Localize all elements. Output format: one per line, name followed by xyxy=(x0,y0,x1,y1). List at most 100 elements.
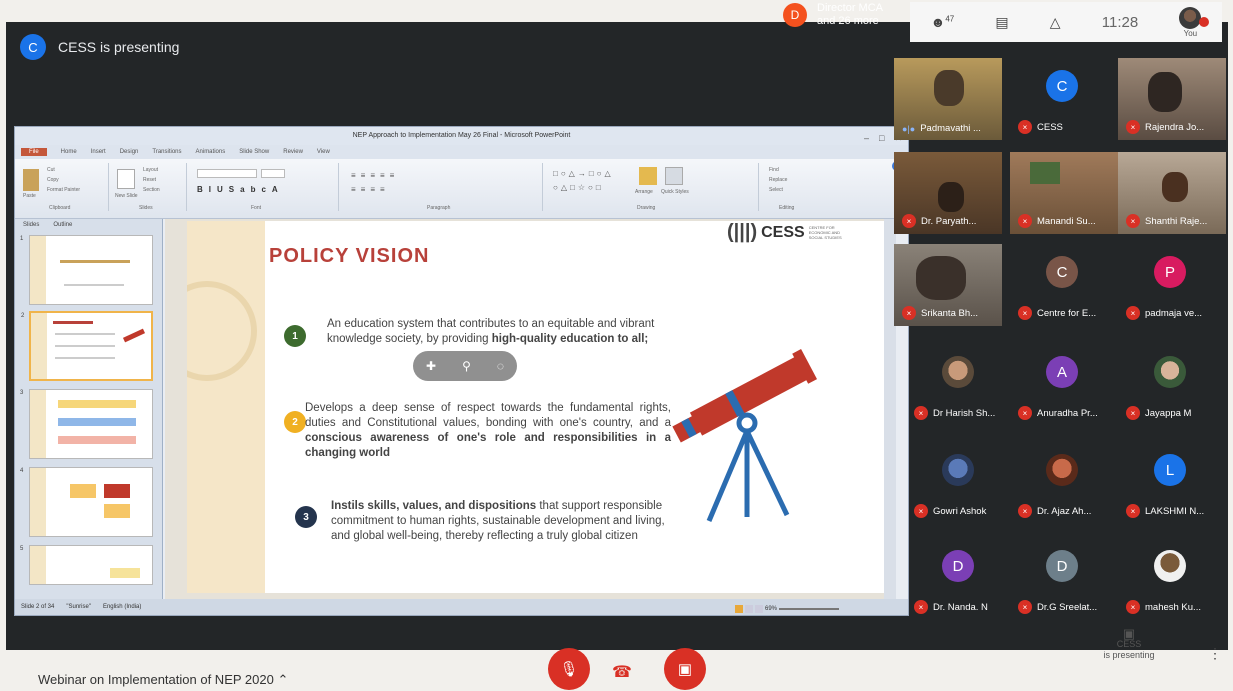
participant-name: Padmavathi ... xyxy=(920,123,981,134)
tab-slide-show[interactable]: Slide Show xyxy=(239,149,269,155)
find-button[interactable]: Find xyxy=(769,167,779,173)
presenting-banner-text: CESS is presenting xyxy=(58,39,180,55)
cut-button[interactable]: Cut xyxy=(47,167,55,173)
clipboard-group: Paste Cut Copy Format Painter Clipboard xyxy=(19,163,109,211)
layout-button[interactable]: Layout xyxy=(143,167,158,173)
activities-icon[interactable]: △ xyxy=(1050,14,1061,31)
tab-animations[interactable]: Animations xyxy=(196,149,226,155)
select-button[interactable]: Select xyxy=(769,187,783,193)
font-format-buttons[interactable]: BIUSabcA xyxy=(197,185,284,194)
chevron-up-icon[interactable]: ⌃ xyxy=(277,672,288,687)
zoom-slider[interactable] xyxy=(779,608,840,610)
editing-group: Find Replace Select Editing xyxy=(763,163,823,211)
participant-tile[interactable]: P × padmaja ve... xyxy=(1118,244,1226,326)
arrange-icon[interactable] xyxy=(639,167,657,185)
tab-slides[interactable]: Slides xyxy=(23,222,39,228)
format-painter-button[interactable]: Format Painter xyxy=(47,187,80,193)
slides-panel-tabs: Slides Outline xyxy=(15,219,162,231)
participant-tile[interactable]: × Dr. Paryath... xyxy=(894,152,1002,234)
font-size-select[interactable] xyxy=(261,169,285,178)
zoom-icon[interactable]: ⚲ xyxy=(462,359,471,373)
minimize-icon[interactable]: – xyxy=(864,129,869,147)
bottom-bar: Webinar on Implementation of NEP 2020 ⌃ … xyxy=(0,648,1233,691)
participant-tile[interactable]: D × Dr.G Sreelat... xyxy=(1010,538,1118,620)
presenting-status-button[interactable]: ▣ CESS is presenting xyxy=(1094,627,1164,661)
participant-name: Dr. Nanda. N xyxy=(933,601,988,613)
more-options-icon[interactable]: ⋮ xyxy=(1208,645,1222,662)
tab-home[interactable]: Home xyxy=(61,149,77,155)
slide-thumbnail[interactable]: 1 xyxy=(20,235,153,305)
participant-tile[interactable]: × Shanthi Raje... xyxy=(1118,152,1226,234)
tab-review[interactable]: Review xyxy=(283,149,303,155)
point-3-text: Instils skills, values, and dispositions… xyxy=(331,499,681,544)
point-1-number: 1 xyxy=(284,325,306,347)
font-group: BIUSabcA Font xyxy=(191,163,339,211)
quick-styles-button[interactable]: Quick Styles xyxy=(661,189,689,195)
mic-off-icon: × xyxy=(1126,600,1140,614)
section-button[interactable]: Section xyxy=(143,187,160,193)
slide-thumbnail[interactable]: 5 xyxy=(20,545,153,585)
list-buttons[interactable]: ≡≡≡≡≡ xyxy=(351,171,399,180)
presenter-toolbar[interactable]: ✚ ⚲ ◌ xyxy=(413,351,517,381)
slide-thumbnail-active[interactable]: 2 xyxy=(21,311,153,381)
meeting-title-row[interactable]: Webinar on Implementation of NEP 2020 ⌃ xyxy=(38,672,288,688)
paragraph-label: Paragraph xyxy=(427,205,451,211)
participant-tile[interactable]: × Srikanta Bh... xyxy=(894,244,1002,326)
mic-off-icon: × xyxy=(1126,504,1140,518)
participant-tile[interactable]: × Dr Harish Sh... xyxy=(906,344,1014,426)
quick-styles-icon[interactable] xyxy=(665,167,683,185)
new-slide-button[interactable]: New Slide xyxy=(115,193,138,199)
tab-design[interactable]: Design xyxy=(120,149,139,155)
reset-button[interactable]: Reset xyxy=(143,177,156,183)
current-slide: POLICY VISION (|||) CESS CENTRE FOR ECON… xyxy=(187,221,892,593)
slide-thumbnail[interactable]: 4 xyxy=(20,467,153,537)
tab-view[interactable]: View xyxy=(317,149,330,155)
tab-transitions[interactable]: Transitions xyxy=(152,149,181,155)
shapes-gallery[interactable]: □○△→□○△ xyxy=(553,169,614,178)
people-button[interactable]: ☻47 xyxy=(931,14,955,30)
options-icon[interactable]: ◌ xyxy=(497,359,504,373)
zoom-controls[interactable]: 69% xyxy=(735,605,840,613)
sorter-view-icon[interactable] xyxy=(745,605,753,613)
chat-icon[interactable]: ▤ xyxy=(995,14,1008,31)
participant-tile[interactable]: ●|● Padmavathi ... xyxy=(894,58,1002,140)
cess-logo-text: CESS xyxy=(761,223,805,241)
font-name-select[interactable] xyxy=(197,169,257,178)
point-3-number: 3 xyxy=(295,506,317,528)
reading-view-icon[interactable] xyxy=(755,605,763,613)
participant-tile[interactable]: × Jayappa M xyxy=(1118,344,1226,426)
point-2-text: Develops a deep sense of respect towards… xyxy=(305,401,671,461)
participant-tile[interactable]: C × CESS xyxy=(1010,58,1118,140)
mic-toggle-button[interactable]: 🎙︎ xyxy=(548,648,590,690)
participant-tile[interactable]: × Gowri Ashok xyxy=(906,442,1014,524)
participant-tile[interactable]: × mahesh Ku... xyxy=(1118,538,1226,620)
participant-tile[interactable]: × Manandi Su... xyxy=(1010,152,1118,234)
participant-avatar: P xyxy=(1154,256,1186,288)
tab-insert[interactable]: Insert xyxy=(91,149,106,155)
copy-button[interactable]: Copy xyxy=(47,177,59,183)
maximize-icon[interactable]: □ xyxy=(879,129,884,147)
tab-file[interactable]: File xyxy=(21,148,47,156)
participant-name: Centre for E... xyxy=(1037,307,1097,319)
align-buttons[interactable]: ≡≡≡≡ xyxy=(351,185,390,194)
participant-avatar: C xyxy=(1046,256,1078,288)
self-view[interactable]: You xyxy=(1179,6,1210,38)
normal-view-icon[interactable] xyxy=(735,605,743,613)
self-avatar xyxy=(1179,6,1202,29)
leave-call-button[interactable]: ☎ xyxy=(612,662,632,682)
participant-tile[interactable]: A × Anuradha Pr... xyxy=(1010,344,1118,426)
participant-tile[interactable]: × Dr. Ajaz Ah... xyxy=(1010,442,1118,524)
participant-tile[interactable]: D × Dr. Nanda. N xyxy=(906,538,1014,620)
shapes-gallery-row2[interactable]: ○△□☆○□ xyxy=(553,183,604,192)
replace-button[interactable]: Replace xyxy=(769,177,787,183)
arrange-button[interactable]: Arrange xyxy=(635,189,653,195)
pointer-icon[interactable]: ✚ xyxy=(426,359,436,373)
participant-tile[interactable]: L × LAKSHMI N... xyxy=(1118,442,1226,524)
tab-outline[interactable]: Outline xyxy=(53,222,72,228)
participant-tile[interactable]: × Rajendra Jo... xyxy=(1118,58,1226,140)
participant-tile[interactable]: C × Centre for E... xyxy=(1010,244,1118,326)
paste-button[interactable]: Paste xyxy=(23,193,36,199)
status-language: English (India) xyxy=(102,604,142,610)
camera-toggle-button[interactable]: ▣ xyxy=(664,648,706,690)
slide-thumbnail[interactable]: 3 xyxy=(20,389,153,459)
